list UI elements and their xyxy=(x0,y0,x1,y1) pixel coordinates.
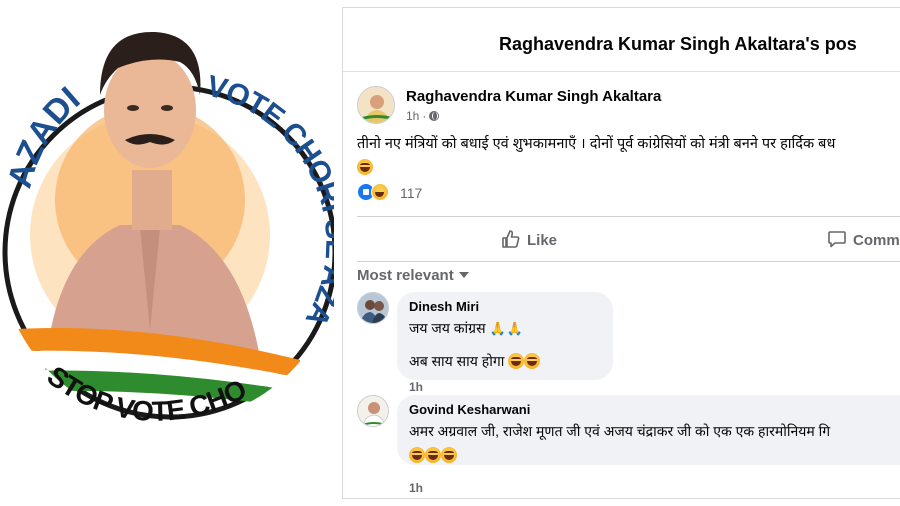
author-name-link[interactable]: Raghavendra Kumar Singh Akaltara xyxy=(406,88,661,105)
haha-reaction-icon xyxy=(371,183,389,201)
like-button[interactable]: Like xyxy=(501,229,557,249)
commenter-name[interactable]: Govind Kesharwani xyxy=(409,402,900,417)
comment-line: जय जय कांग्रस xyxy=(409,320,486,336)
laughing-emoji-icon xyxy=(508,353,525,369)
globe-icon xyxy=(429,111,440,121)
laughing-emoji-icon xyxy=(425,447,441,463)
facebook-post-card: Raghavendra Kumar Singh Akaltara's pos R… xyxy=(342,7,900,499)
chevron-down-icon xyxy=(458,272,469,278)
commenter-avatar[interactable] xyxy=(357,292,389,324)
post-text: तीनो नए मंत्रियों को बधाई एवं शुभकामनाएँ… xyxy=(357,136,836,152)
folded-hands-emoji-icon: 🙏🙏 xyxy=(489,321,524,336)
page-title: Raghavendra Kumar Singh Akaltara's pos xyxy=(499,34,857,54)
thumbs-up-icon xyxy=(502,230,520,248)
comment-bubble: Dinesh Miri जय जय कांग्रस 🙏🙏 अब साय साय … xyxy=(397,292,613,380)
comment-sort-dropdown[interactable]: Most relevant xyxy=(357,267,469,284)
laughing-emoji-icon xyxy=(409,447,425,463)
commenter-avatar-image xyxy=(358,293,388,323)
comment-time[interactable]: 1h xyxy=(409,380,423,394)
comment-emoji-row xyxy=(409,445,900,465)
post-action-bar: Like Comm xyxy=(357,216,900,262)
post-header: Raghavendra Kumar Singh Akaltara's pos xyxy=(343,8,900,72)
badge-graphic: AZADI VOTE CHORI SE AZADI STOP VOTE CHOR… xyxy=(0,0,334,427)
comment-button[interactable]: Comm xyxy=(827,229,900,249)
comment-sort-label: Most relevant xyxy=(357,267,454,284)
laughing-emoji-icon xyxy=(357,159,373,175)
comment-text: जय जय कांग्रस 🙏🙏 xyxy=(409,318,601,339)
comment-bubble-icon xyxy=(828,231,846,248)
profile-badge-image: AZADI VOTE CHORI SE AZADI STOP VOTE CHOR… xyxy=(0,0,334,506)
person-face xyxy=(104,52,196,168)
author-avatar-image xyxy=(358,87,394,123)
post-meta: 1h · xyxy=(406,109,440,123)
comment-button-label: Comm xyxy=(853,232,900,249)
commenter-name[interactable]: Dinesh Miri xyxy=(409,299,601,314)
laughing-emoji-icon xyxy=(441,447,457,463)
post-body: तीनो नए मंत्रियों को बधाई एवं शुभकामनाएँ… xyxy=(357,132,900,180)
author-avatar[interactable] xyxy=(357,86,395,124)
comment-line: अब साय साय होगा xyxy=(409,353,505,369)
comment-bubble: Govind Kesharwani अमर अग्रवाल जी, राजेश … xyxy=(397,395,900,465)
like-button-label: Like xyxy=(527,232,558,249)
reaction-count[interactable]: 117 xyxy=(400,185,422,201)
laughing-emoji-icon xyxy=(524,353,541,369)
commenter-avatar-image xyxy=(358,396,388,426)
post-time[interactable]: 1h xyxy=(406,109,419,123)
comment-text: अमर अग्रवाल जी, राजेश मूणत जी एवं अजय चं… xyxy=(409,423,831,439)
comment-text: अब साय साय होगा xyxy=(409,351,601,371)
commenter-avatar[interactable] xyxy=(357,395,389,427)
comment-time[interactable]: 1h xyxy=(409,481,423,495)
